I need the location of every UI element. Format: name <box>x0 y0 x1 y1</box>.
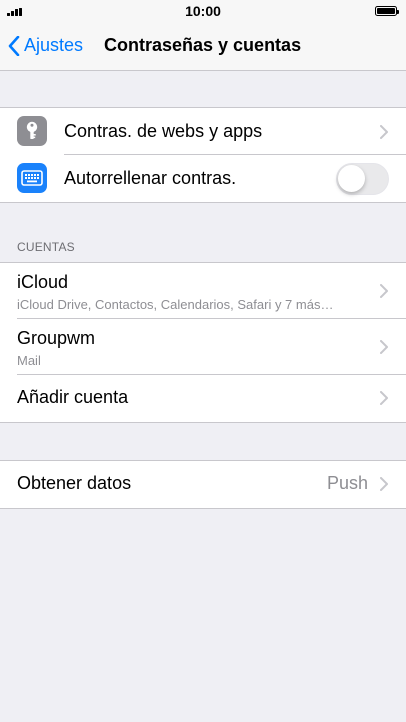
status-time: 10:00 <box>185 3 221 19</box>
chevron-right-icon <box>380 340 388 354</box>
toggle-knob <box>338 165 365 192</box>
fetch-data-value: Push <box>326 473 368 493</box>
row-label: Autorrellenar contras. <box>64 168 237 188</box>
back-button[interactable]: Ajustes <box>8 35 83 56</box>
add-account-row[interactable]: Añadir cuenta <box>0 375 406 420</box>
account-name: Groupwm <box>17 328 96 348</box>
status-bar: 10:00 <box>0 0 406 22</box>
passwords-group: Contras. de webs y apps Autorrellenar co… <box>0 107 406 203</box>
row-label: Contras. de webs y apps <box>64 121 263 141</box>
autofill-toggle[interactable] <box>336 163 389 195</box>
page-title: Contraseñas y cuentas <box>104 35 302 55</box>
navigation-bar: Ajustes Contraseñas y cuentas <box>0 22 406 71</box>
account-name: iCloud <box>17 272 69 292</box>
fetch-data-row[interactable]: Obtener datos Push <box>0 461 406 506</box>
key-icon <box>17 116 47 146</box>
chevron-right-icon <box>380 477 388 491</box>
keyboard-icon <box>17 163 47 193</box>
account-row-groupwm[interactable]: Groupwm Mail <box>0 319 406 375</box>
battery-icon <box>375 6 399 16</box>
chevron-right-icon <box>380 125 388 139</box>
account-services: iCloud Drive, Contactos, Calendarios, Sa… <box>17 297 334 312</box>
chevron-right-icon <box>380 284 388 298</box>
account-row-icloud[interactable]: iCloud iCloud Drive, Contactos, Calendar… <box>0 263 406 319</box>
chevron-left-icon <box>8 35 20 56</box>
row-autofill-passwords: Autorrellenar contras. <box>0 155 406 202</box>
fetch-group: Obtener datos Push <box>0 460 406 509</box>
chevron-right-icon <box>380 391 388 405</box>
section-header-accounts: CUENTAS <box>17 240 75 254</box>
back-label: Ajustes <box>24 35 84 55</box>
row-web-app-passwords[interactable]: Contras. de webs y apps <box>0 108 406 155</box>
accounts-group: iCloud iCloud Drive, Contactos, Calendar… <box>0 262 406 423</box>
add-account-label: Añadir cuenta <box>17 387 129 407</box>
fetch-data-label: Obtener datos <box>17 473 132 493</box>
account-services: Mail <box>17 353 41 368</box>
